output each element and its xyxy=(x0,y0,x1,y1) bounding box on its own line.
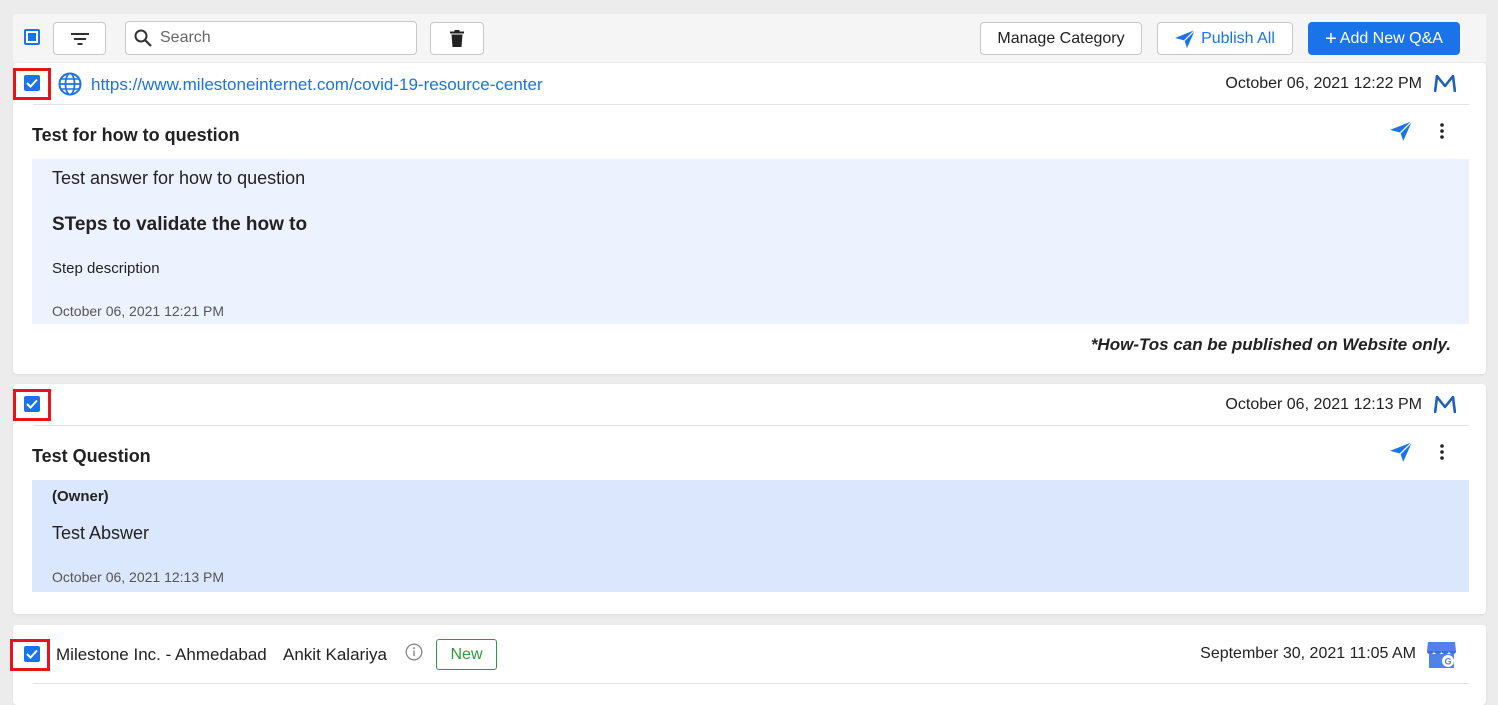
manage-category-label: Manage Category xyxy=(997,29,1125,47)
question-title: Test Question xyxy=(32,446,151,466)
add-new-qa-label: Add New Q&A xyxy=(1339,29,1443,47)
location-name: Milestone Inc. - Ahmedabad xyxy=(56,645,267,664)
send-icon xyxy=(1175,29,1196,48)
select-all-checkbox[interactable] xyxy=(24,29,40,45)
selection-highlight xyxy=(10,639,50,671)
card-divider xyxy=(33,104,1469,105)
publish-send-icon[interactable] xyxy=(1390,442,1412,462)
globe-icon xyxy=(58,72,82,96)
search-field[interactable] xyxy=(125,21,417,55)
question-title: Test for how to question xyxy=(32,125,240,145)
card-date: October 06, 2021 12:13 PM xyxy=(1225,396,1422,413)
card-date: October 06, 2021 12:22 PM xyxy=(1225,75,1422,92)
manage-category-button[interactable]: Manage Category xyxy=(980,22,1142,55)
publish-all-button[interactable]: Publish All xyxy=(1157,22,1293,55)
card-divider xyxy=(33,683,1469,684)
more-vertical-icon[interactable] xyxy=(1439,444,1445,460)
status-badge: New xyxy=(436,639,497,670)
answer-date: October 06, 2021 12:13 PM xyxy=(52,569,224,585)
howto-note: *How-Tos can be published on Website onl… xyxy=(1090,335,1451,354)
publish-all-label: Publish All xyxy=(1201,29,1275,47)
owner-label: (Owner) xyxy=(52,488,109,505)
more-vertical-icon[interactable] xyxy=(1439,123,1445,139)
selection-highlight xyxy=(13,68,51,100)
publish-send-icon[interactable] xyxy=(1390,121,1412,141)
info-icon[interactable] xyxy=(405,643,423,661)
filter-icon xyxy=(70,32,89,45)
search-icon xyxy=(134,29,152,47)
search-input[interactable] xyxy=(158,28,402,48)
add-new-qa-button[interactable]: + Add New Q&A xyxy=(1308,22,1460,55)
author-name: Ankit Kalariya xyxy=(283,645,387,664)
step-description: Step description xyxy=(52,260,160,277)
answer-panel: Test answer for how to question STeps to… xyxy=(32,159,1469,324)
answer-panel: (Owner) Test Abswer October 06, 2021 12:… xyxy=(32,480,1469,592)
qa-card: Milestone Inc. - Ahmedabad Ankit Kalariy… xyxy=(10,625,1486,705)
svg-text:G: G xyxy=(1444,657,1451,667)
qa-card: https://www.milestoneinternet.com/covid-… xyxy=(13,63,1486,374)
plus-icon: + xyxy=(1325,27,1337,50)
answer-text: Test Abswer xyxy=(52,523,150,543)
qa-card: October 06, 2021 12:13 PM Test Question … xyxy=(13,384,1486,614)
milestone-logo-icon xyxy=(1434,75,1456,93)
steps-heading: STeps to validate the how to xyxy=(52,214,308,235)
source-url-link[interactable]: https://www.milestoneinternet.com/covid-… xyxy=(91,75,543,95)
indeterminate-mark xyxy=(28,33,36,41)
answer-date: October 06, 2021 12:21 PM xyxy=(52,303,224,319)
google-my-business-icon: G xyxy=(1427,642,1456,668)
answer-text: Test answer for how to question xyxy=(52,168,306,188)
milestone-logo-icon xyxy=(1434,396,1456,414)
selection-highlight xyxy=(13,389,51,421)
delete-button[interactable] xyxy=(430,22,484,55)
trash-icon xyxy=(450,30,464,47)
card-divider xyxy=(33,425,1469,426)
card-date: September 30, 2021 11:05 AM xyxy=(1200,645,1416,662)
filter-button[interactable] xyxy=(53,22,106,55)
